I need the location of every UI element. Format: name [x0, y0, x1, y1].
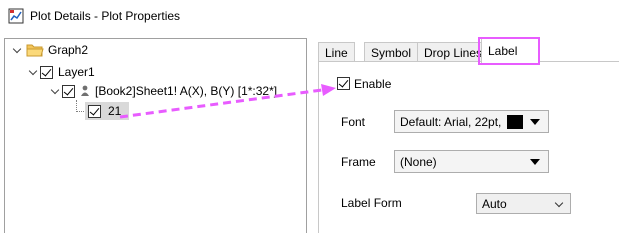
plot-visible-checkbox[interactable] — [62, 84, 75, 98]
tree-node-graph[interactable]: Graph2 — [13, 41, 88, 59]
font-dropdown[interactable]: Default: Arial, 22pt, — [394, 110, 549, 133]
enable-label-text[interactable]: Enable — [354, 77, 391, 91]
chevron-down-icon[interactable] — [29, 68, 38, 77]
label-form-dropdown[interactable]: Auto — [476, 193, 571, 214]
tree-node-plot[interactable]: [Book2]Sheet1! A(X), B(Y) [1*:32*] — [51, 82, 277, 100]
label-form-dropdown-value: Auto — [482, 196, 507, 211]
tab-line[interactable]: Line — [318, 42, 355, 62]
font-dropdown-value: Default: Arial, 22pt, — [400, 114, 502, 129]
tab-highlight-box — [478, 37, 540, 65]
chevron-down-icon — [530, 159, 540, 165]
frame-dropdown-value: (None) — [400, 154, 437, 169]
tree-node-item[interactable]: 21 — [85, 102, 129, 120]
chevron-down-icon — [530, 119, 540, 125]
tree-label-graph: Graph2 — [48, 43, 89, 57]
tab-symbol-label: Symbol — [371, 45, 412, 60]
tree-label-layer: Layer1 — [58, 65, 95, 79]
title-bar: Plot Details - Plot Properties — [0, 0, 619, 31]
window-title: Plot Details - Plot Properties — [30, 9, 181, 23]
enable-label-checkbox[interactable] — [337, 77, 350, 90]
plot-tree-panel[interactable]: Graph2 Layer1 [Book2]Sheet1! A(X), B(Y) … — [4, 38, 307, 233]
tree-label-item: 21 — [108, 104, 122, 118]
chevron-down-icon[interactable] — [13, 46, 22, 55]
person-icon — [81, 85, 89, 96]
item-visible-checkbox[interactable] — [88, 104, 101, 118]
font-color-swatch — [507, 114, 524, 129]
tree-connector — [76, 111, 84, 112]
font-label: Font — [341, 115, 366, 129]
folder-icon — [26, 44, 44, 57]
label-form-label: Label Form — [341, 196, 402, 210]
frame-label: Frame — [341, 155, 376, 169]
frame-dropdown[interactable]: (None) — [394, 150, 549, 173]
layer-visible-checkbox[interactable] — [40, 65, 53, 79]
tab-line-label: Line — [325, 45, 348, 60]
chevron-down-icon — [554, 198, 564, 208]
tab-symbol[interactable]: Symbol — [364, 42, 419, 62]
tree-node-layer[interactable]: Layer1 — [29, 63, 95, 81]
tree-label-plot: [Book2]Sheet1! A(X), B(Y) [1*:32*] — [95, 84, 278, 98]
plot-details-app-icon — [8, 8, 24, 24]
chevron-down-icon[interactable] — [51, 87, 60, 96]
tab-drop-lines-label: Drop Lines — [424, 45, 483, 60]
